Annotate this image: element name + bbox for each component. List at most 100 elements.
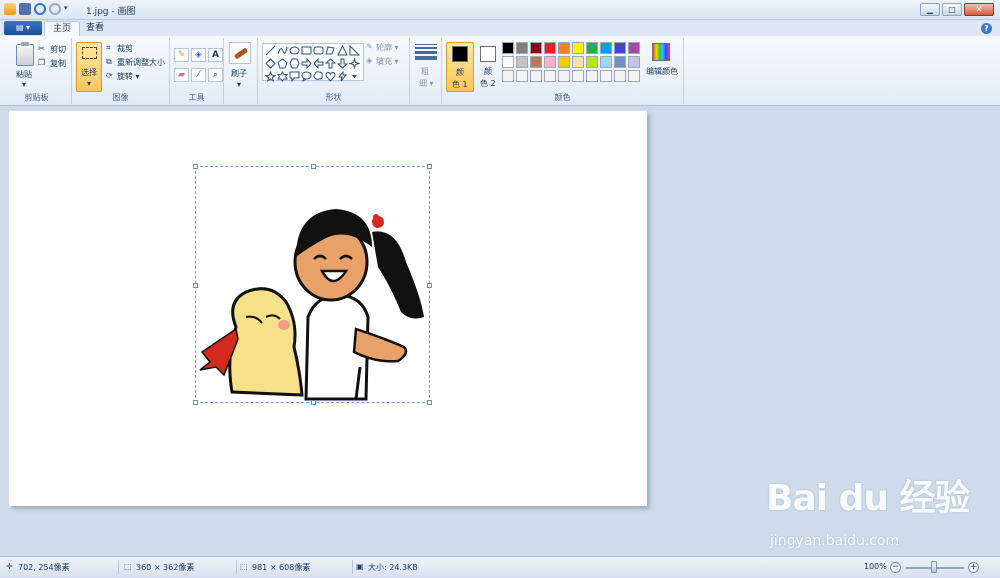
- fill-bucket-icon[interactable]: ◈: [191, 48, 206, 62]
- palette-swatch[interactable]: [516, 56, 528, 68]
- maximize-button[interactable]: □: [942, 3, 962, 16]
- palette-swatch[interactable]: [558, 56, 570, 68]
- shape-right-arrow[interactable]: [301, 58, 312, 69]
- palette-swatch[interactable]: [572, 42, 584, 54]
- palette-swatch[interactable]: [628, 70, 640, 82]
- fill-button[interactable]: 填充 ▾: [376, 56, 399, 67]
- shape-heart[interactable]: [325, 71, 336, 82]
- shape-polygon[interactable]: [325, 45, 336, 56]
- shape-five-point-star[interactable]: [265, 71, 276, 82]
- palette-swatch[interactable]: [502, 42, 514, 54]
- tab-home[interactable]: 主页: [44, 21, 81, 36]
- shape-oval-callout[interactable]: [301, 71, 312, 82]
- drawing-canvas[interactable]: [9, 111, 647, 506]
- magnifier-icon[interactable]: ⌕: [208, 68, 223, 82]
- shape-line[interactable]: [265, 45, 276, 56]
- tab-view[interactable]: 查看: [78, 21, 112, 36]
- line-size-icon[interactable]: [415, 44, 437, 62]
- shape-right-triangle[interactable]: [349, 45, 360, 56]
- palette-swatch[interactable]: [530, 42, 542, 54]
- copy-button[interactable]: 复制: [50, 58, 66, 69]
- color2-button[interactable]: 色 2: [480, 78, 496, 89]
- shape-down-arrow[interactable]: [337, 58, 348, 69]
- palette-swatch[interactable]: [502, 56, 514, 68]
- shape-four-point-star[interactable]: [349, 58, 360, 69]
- customize-qat-icon[interactable]: ▾: [64, 4, 71, 14]
- pencil-icon[interactable]: ✎: [174, 48, 189, 62]
- palette-swatch[interactable]: [586, 70, 598, 82]
- shape-cloud-callout[interactable]: [313, 71, 324, 82]
- color-picker-icon[interactable]: ⁄: [191, 68, 206, 82]
- palette-swatch[interactable]: [516, 70, 528, 82]
- resize-handle-sw[interactable]: [193, 400, 198, 405]
- undo-icon[interactable]: [34, 3, 46, 15]
- size-button[interactable]: 细 ▾: [419, 78, 434, 89]
- palette-swatch[interactable]: [530, 70, 542, 82]
- shape-rectangle[interactable]: [301, 45, 312, 56]
- shape-rounded-rectangle[interactable]: [313, 45, 324, 56]
- palette-swatch[interactable]: [544, 42, 556, 54]
- text-tool-icon[interactable]: A: [208, 48, 223, 62]
- palette-swatch[interactable]: [586, 56, 598, 68]
- zoom-in-button[interactable]: +: [968, 562, 979, 573]
- resize-button[interactable]: 重新调整大小: [117, 57, 165, 68]
- palette-swatch[interactable]: [614, 56, 626, 68]
- resize-handle-n[interactable]: [311, 164, 316, 169]
- palette-swatch[interactable]: [614, 42, 626, 54]
- palette-swatch[interactable]: [614, 70, 626, 82]
- resize-handle-se[interactable]: [427, 400, 432, 405]
- close-button[interactable]: ✕: [964, 3, 994, 16]
- palette-swatch[interactable]: [558, 42, 570, 54]
- palette-swatch[interactable]: [628, 56, 640, 68]
- palette-swatch[interactable]: [586, 42, 598, 54]
- shape-left-arrow[interactable]: [313, 58, 324, 69]
- resize-handle-e[interactable]: [427, 283, 432, 288]
- paint-app-icon[interactable]: [4, 3, 16, 15]
- brush-icon[interactable]: [229, 42, 251, 64]
- palette-swatch[interactable]: [516, 42, 528, 54]
- selection-box[interactable]: [193, 164, 432, 405]
- save-icon[interactable]: [19, 3, 31, 15]
- eraser-icon[interactable]: ▰: [174, 68, 189, 82]
- rotate-button[interactable]: 旋转 ▾: [117, 71, 140, 82]
- color2-swatch[interactable]: [480, 46, 496, 62]
- cut-button[interactable]: 剪切: [50, 44, 66, 55]
- palette-swatch[interactable]: [558, 70, 570, 82]
- edit-colors-icon[interactable]: [652, 43, 670, 61]
- minimize-button[interactable]: ▁: [920, 3, 940, 16]
- zoom-out-button[interactable]: −: [890, 562, 901, 573]
- help-icon[interactable]: ?: [981, 23, 992, 34]
- palette-swatch[interactable]: [572, 70, 584, 82]
- shape-rect-callout[interactable]: [289, 71, 300, 82]
- palette-swatch[interactable]: [600, 70, 612, 82]
- palette-swatch[interactable]: [572, 56, 584, 68]
- shape-diamond[interactable]: [265, 58, 276, 69]
- shapes-scroll-icon[interactable]: [349, 71, 360, 82]
- palette-swatch[interactable]: [600, 56, 612, 68]
- shape-triangle[interactable]: [337, 45, 348, 56]
- palette-swatch[interactable]: [530, 56, 542, 68]
- shape-lightning[interactable]: [337, 71, 348, 82]
- paste-button[interactable]: 粘贴: [16, 69, 32, 80]
- palette-swatch[interactable]: [502, 70, 514, 82]
- outline-button[interactable]: 轮廓 ▾: [376, 42, 399, 53]
- shape-pentagon[interactable]: [277, 58, 288, 69]
- palette-swatch[interactable]: [544, 70, 556, 82]
- crop-button[interactable]: 裁剪: [117, 43, 133, 54]
- shape-curve[interactable]: [277, 45, 288, 56]
- palette-swatch[interactable]: [600, 42, 612, 54]
- select-button[interactable]: 选择 ▾: [76, 42, 102, 92]
- resize-handle-ne[interactable]: [427, 164, 432, 169]
- redo-icon[interactable]: [49, 3, 61, 15]
- resize-handle-nw[interactable]: [193, 164, 198, 169]
- resize-handle-w[interactable]: [193, 283, 198, 288]
- edit-colors-button[interactable]: 编辑颜色: [646, 66, 678, 77]
- palette-swatch[interactable]: [628, 42, 640, 54]
- palette-swatch[interactable]: [544, 56, 556, 68]
- brushes-dropdown-icon[interactable]: ▾: [237, 80, 241, 89]
- paint-menu-button[interactable]: ▤ ▾: [4, 21, 42, 35]
- color1-button[interactable]: 颜 色 1: [446, 42, 474, 92]
- shape-hexagon[interactable]: [289, 58, 300, 69]
- shape-up-arrow[interactable]: [325, 58, 336, 69]
- resize-handle-s[interactable]: [311, 400, 316, 405]
